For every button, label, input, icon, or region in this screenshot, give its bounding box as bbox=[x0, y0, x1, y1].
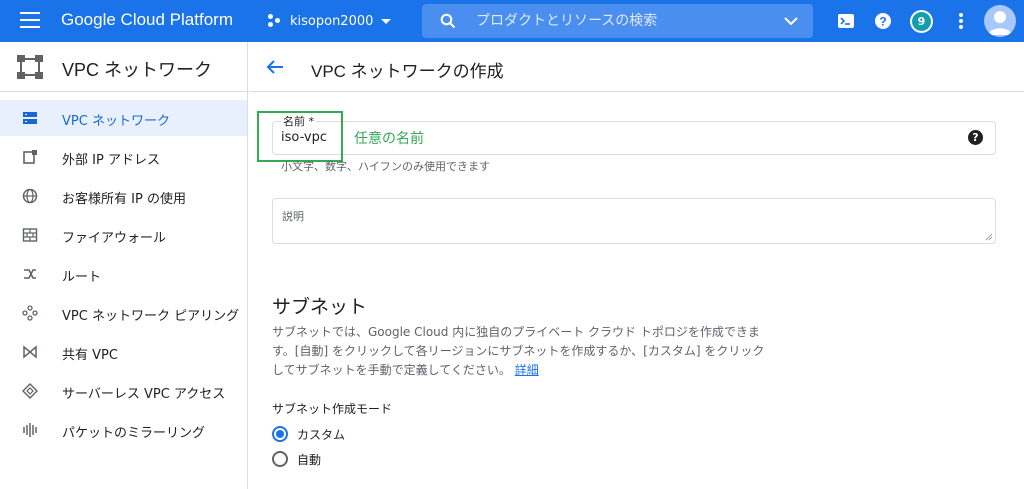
description-field-label: 説明 bbox=[282, 210, 304, 223]
sidebar-item-byoip[interactable]: お客様所有 IP の使用 bbox=[0, 178, 247, 214]
project-selector[interactable]: kisopon2000 bbox=[268, 7, 392, 35]
sidebar-item-packet-mirroring[interactable]: パケットのミラーリング bbox=[0, 412, 247, 448]
name-field-hint: 小文字、数字、ハイフンのみ使用できます bbox=[281, 160, 490, 173]
sidebar-item-label: サーバーレス VPC アクセス bbox=[62, 387, 226, 402]
external-ip-icon bbox=[23, 150, 37, 164]
subnet-mode-label: サブネット作成モード bbox=[272, 402, 393, 416]
search-bar[interactable] bbox=[422, 4, 813, 38]
globe-icon bbox=[22, 188, 38, 204]
learn-more-link[interactable]: 詳細 bbox=[515, 363, 539, 377]
search-input[interactable] bbox=[476, 11, 766, 31]
notification-count: 9 bbox=[912, 12, 931, 31]
brand-title[interactable]: Google Cloud Platform bbox=[61, 10, 233, 30]
back-arrow-icon[interactable] bbox=[265, 57, 285, 77]
sidebar-item-label: パケットのミラーリング bbox=[62, 426, 206, 441]
vpc-network-icon bbox=[23, 112, 37, 124]
sidebar-item-label: 共有 VPC bbox=[62, 348, 118, 363]
sidebar-item-label: VPC ネットワーク bbox=[62, 114, 170, 129]
project-icon bbox=[268, 14, 282, 28]
sidebar-item-label: VPC ネットワーク ピアリング bbox=[62, 309, 240, 324]
search-icon bbox=[440, 13, 456, 29]
sidebar-item-label: お客様所有 IP の使用 bbox=[62, 192, 186, 207]
cloud-shell-icon[interactable] bbox=[836, 11, 856, 31]
annotation-text: 任意の名前 bbox=[354, 131, 424, 147]
packet-mirroring-icon bbox=[23, 423, 37, 437]
sidebar-title: VPC ネットワーク bbox=[62, 60, 213, 80]
radio-button-selected[interactable] bbox=[272, 426, 288, 442]
notification-badge[interactable]: 9 bbox=[910, 10, 933, 33]
subnet-heading: サブネット bbox=[272, 296, 368, 318]
resize-handle-icon[interactable] bbox=[985, 233, 993, 241]
sidebar-item-external-ip[interactable]: 外部 IP アドレス bbox=[0, 139, 247, 175]
sidebar-item-vpc-network[interactable]: VPC ネットワーク bbox=[0, 100, 247, 136]
serverless-icon bbox=[22, 383, 38, 399]
sidebar-item-firewall[interactable]: ファイアウォール bbox=[0, 217, 247, 253]
subnet-description: サブネットでは、Google Cloud 内に独自のプライベート クラウド トポ… bbox=[272, 323, 772, 380]
sidebar-header: VPC ネットワーク bbox=[0, 42, 247, 92]
firewall-icon bbox=[22, 228, 38, 242]
sidebar-item-routes[interactable]: ルート bbox=[0, 256, 247, 292]
description-field[interactable] bbox=[272, 198, 996, 244]
page-header: VPC ネットワークの作成 bbox=[249, 42, 1024, 92]
shared-vpc-icon bbox=[23, 345, 37, 359]
highlight-box bbox=[257, 111, 343, 162]
radio-auto[interactable]: 自動 bbox=[272, 450, 321, 468]
radio-custom[interactable]: カスタム bbox=[272, 425, 345, 443]
peering-icon bbox=[22, 305, 38, 321]
menu-icon[interactable] bbox=[20, 12, 40, 30]
top-bar: Google Cloud Platform kisopon2000 ? 9 bbox=[0, 0, 1024, 42]
page-title: VPC ネットワークの作成 bbox=[311, 62, 504, 81]
sidebar-item-peering[interactable]: VPC ネットワーク ピアリング bbox=[0, 295, 247, 331]
more-vert-icon[interactable] bbox=[951, 11, 971, 31]
routes-icon bbox=[24, 269, 36, 279]
chevron-down-icon bbox=[381, 18, 392, 24]
sidebar-item-shared-vpc[interactable]: 共有 VPC bbox=[0, 334, 247, 370]
account-icon bbox=[988, 11, 1012, 35]
avatar[interactable] bbox=[984, 5, 1016, 37]
sidebar-item-label: 外部 IP アドレス bbox=[62, 153, 160, 168]
sidebar-item-label: ルート bbox=[62, 270, 102, 285]
help-icon[interactable]: ? bbox=[873, 11, 893, 31]
radio-button[interactable] bbox=[272, 451, 288, 467]
sidebar-item-serverless[interactable]: サーバーレス VPC アクセス bbox=[0, 373, 247, 409]
project-name: kisopon2000 bbox=[290, 13, 374, 29]
radio-label: 自動 bbox=[297, 452, 322, 467]
svg-text:?: ? bbox=[879, 15, 886, 29]
sidebar-item-label: ファイアウォール bbox=[62, 231, 167, 246]
sidebar: VPC ネットワーク VPC ネットワーク 外部 IP アドレス お客様所有 I… bbox=[0, 42, 248, 489]
help-icon[interactable]: ? bbox=[968, 130, 983, 145]
vpc-network-logo-icon bbox=[17, 55, 43, 79]
radio-label: カスタム bbox=[297, 427, 346, 442]
chevron-down-icon[interactable] bbox=[783, 14, 799, 28]
